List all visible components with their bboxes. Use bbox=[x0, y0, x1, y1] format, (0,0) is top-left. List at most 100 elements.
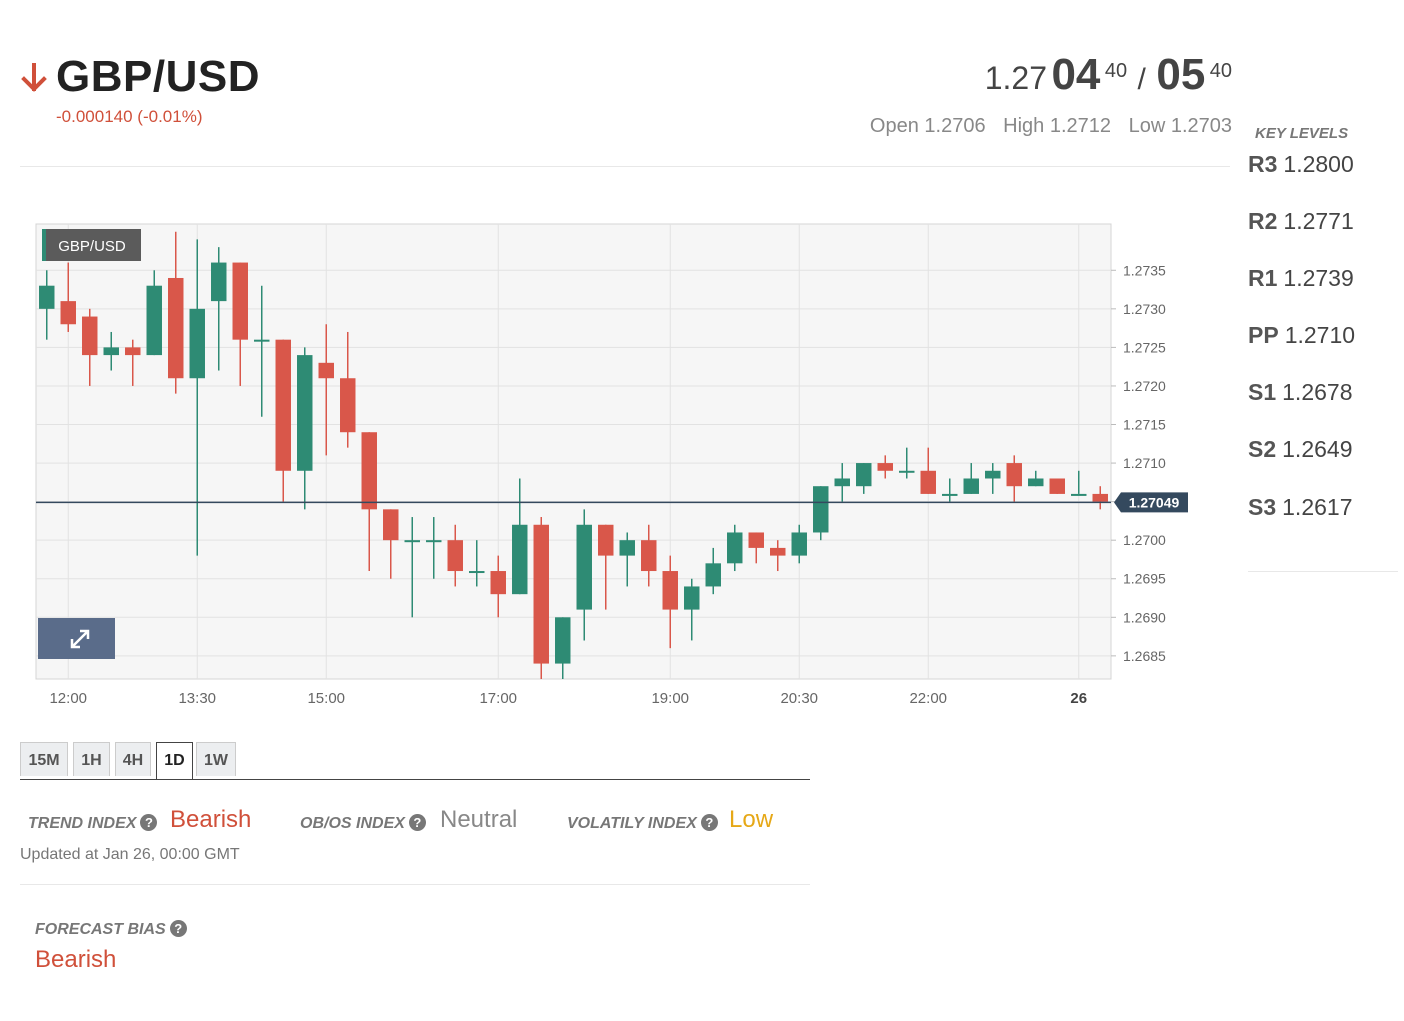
candle-up bbox=[39, 285, 55, 309]
candle-down bbox=[490, 571, 506, 595]
y-tick-label: 1.2685 bbox=[1123, 648, 1166, 664]
level-name: R1 bbox=[1248, 265, 1278, 291]
candle-up bbox=[813, 486, 829, 533]
bid-sup: 40 bbox=[1104, 59, 1128, 82]
level-r3: R3 1.2800 bbox=[1248, 151, 1354, 178]
candle-down bbox=[1092, 493, 1108, 502]
candle-down bbox=[662, 571, 678, 610]
candle-down bbox=[447, 540, 463, 572]
forecast-bias-value: Bearish bbox=[35, 946, 117, 973]
x-tick-label: 12:00 bbox=[49, 690, 87, 707]
candle-up bbox=[942, 493, 958, 496]
level-name: R2 bbox=[1248, 208, 1278, 234]
candle-down bbox=[877, 463, 893, 471]
tab-15m[interactable]: 15M bbox=[20, 742, 68, 776]
ask-big: 05 bbox=[1156, 50, 1206, 99]
candle-down bbox=[275, 339, 291, 471]
candle-up bbox=[727, 532, 743, 564]
tab-1h[interactable]: 1H bbox=[73, 742, 110, 776]
symbol-label-accent bbox=[42, 229, 46, 261]
price-change: -0.000140 (-0.01%) bbox=[56, 107, 203, 126]
candle-down bbox=[383, 509, 399, 541]
volatility-index-label: VOLATILY INDEX? bbox=[567, 814, 718, 833]
y-tick-label: 1.2695 bbox=[1123, 571, 1166, 587]
level-value: 1.2649 bbox=[1282, 436, 1353, 462]
candlestick-chart[interactable]: 1.2735 1.2730 1.2725 1.2720 1.2715 1.2710 1.27… bbox=[0, 215, 1240, 715]
candle-up bbox=[684, 586, 700, 610]
candle-up bbox=[619, 540, 635, 556]
level-name: S1 bbox=[1248, 379, 1277, 405]
x-tick-label: 17:00 bbox=[479, 690, 517, 707]
obos-index-text: OB/OS INDEX bbox=[300, 815, 405, 832]
candle-up bbox=[576, 524, 592, 610]
level-s3: S3 1.2617 bbox=[1248, 494, 1353, 521]
trend-index-value: Bearish bbox=[170, 806, 252, 833]
candle-down bbox=[748, 532, 764, 548]
candle-down bbox=[82, 316, 98, 356]
level-value: 1.2771 bbox=[1283, 208, 1354, 234]
candle-down bbox=[1006, 463, 1022, 487]
candle-up bbox=[834, 478, 850, 487]
help-icon[interactable]: ? bbox=[700, 814, 718, 831]
bid-base: 1.27 bbox=[984, 60, 1047, 96]
bid-ask-quote: 1.27 04 40 / 05 40 bbox=[985, 50, 1232, 100]
y-tick-label: 1.2720 bbox=[1123, 378, 1166, 394]
help-icon[interactable]: ? bbox=[169, 920, 187, 937]
candle-down bbox=[1049, 478, 1065, 494]
level-name: S2 bbox=[1248, 436, 1277, 462]
candle-up bbox=[254, 339, 270, 342]
candle-up bbox=[297, 355, 313, 471]
level-r1: R1 1.2739 bbox=[1248, 265, 1354, 292]
candle-down bbox=[232, 262, 248, 340]
header-divider bbox=[20, 166, 1230, 167]
candle-up bbox=[705, 563, 721, 587]
low-value: Low 1.2703 bbox=[1128, 115, 1232, 137]
forecast-bias-text: FORECAST BIAS bbox=[35, 921, 166, 938]
level-value: 1.2800 bbox=[1283, 151, 1354, 177]
tab-1d[interactable]: 1D bbox=[156, 742, 193, 779]
open-high-low: Open 1.2706 High 1.2712 Low 1.2703 bbox=[858, 115, 1232, 138]
candle-down bbox=[60, 301, 76, 325]
expand-button[interactable] bbox=[38, 618, 115, 659]
candle-up bbox=[1071, 493, 1087, 496]
high-value: High 1.2712 bbox=[1003, 115, 1112, 137]
level-name: S3 bbox=[1248, 494, 1277, 520]
tab-4h[interactable]: 4H bbox=[115, 742, 151, 776]
candle-down bbox=[361, 432, 377, 510]
x-tick-label: 22:00 bbox=[909, 690, 947, 707]
help-icon[interactable]: ? bbox=[408, 814, 426, 831]
candle-up bbox=[985, 470, 1001, 479]
y-tick-label: 1.2710 bbox=[1123, 455, 1166, 471]
x-tick-label: 20:30 bbox=[780, 690, 818, 707]
pair-title: GBP/USD bbox=[56, 52, 260, 101]
current-price-label: 1.27049 bbox=[1129, 494, 1180, 510]
level-value: 1.2617 bbox=[1282, 494, 1353, 520]
candle-down bbox=[318, 362, 334, 379]
bid-big: 04 bbox=[1051, 50, 1101, 99]
x-tick-label: 26 bbox=[1070, 690, 1087, 707]
candle-down bbox=[533, 524, 549, 664]
x-tick-label: 19:00 bbox=[651, 690, 689, 707]
candle-up bbox=[211, 262, 227, 302]
level-value: 1.2710 bbox=[1284, 322, 1356, 348]
timeframe-tabs: 15M 1H 4H 1D 1W bbox=[20, 742, 810, 780]
candle-up bbox=[555, 617, 571, 664]
y-tick-label: 1.2725 bbox=[1123, 339, 1166, 355]
level-r2: R2 1.2771 bbox=[1248, 208, 1354, 235]
tab-1w[interactable]: 1W bbox=[196, 742, 236, 776]
ask-sup: 40 bbox=[1209, 59, 1232, 82]
level-s2: S2 1.2649 bbox=[1248, 436, 1353, 463]
trend-index-text: TREND INDEX bbox=[28, 815, 137, 832]
candle-down bbox=[641, 540, 657, 572]
candle-up bbox=[791, 532, 807, 556]
candle-down bbox=[598, 524, 614, 556]
forecast-bias-label: FORECAST BIAS? bbox=[35, 920, 187, 939]
level-pp: PP 1.2710 bbox=[1248, 322, 1355, 349]
arrow-down-icon bbox=[21, 63, 47, 92]
indices-divider bbox=[20, 884, 810, 885]
x-tick-label: 13:30 bbox=[178, 690, 216, 707]
help-icon[interactable]: ? bbox=[140, 814, 158, 831]
level-name: R3 bbox=[1248, 151, 1278, 177]
level-s1: S1 1.2678 bbox=[1248, 379, 1353, 406]
y-tick-label: 1.2700 bbox=[1123, 532, 1166, 548]
